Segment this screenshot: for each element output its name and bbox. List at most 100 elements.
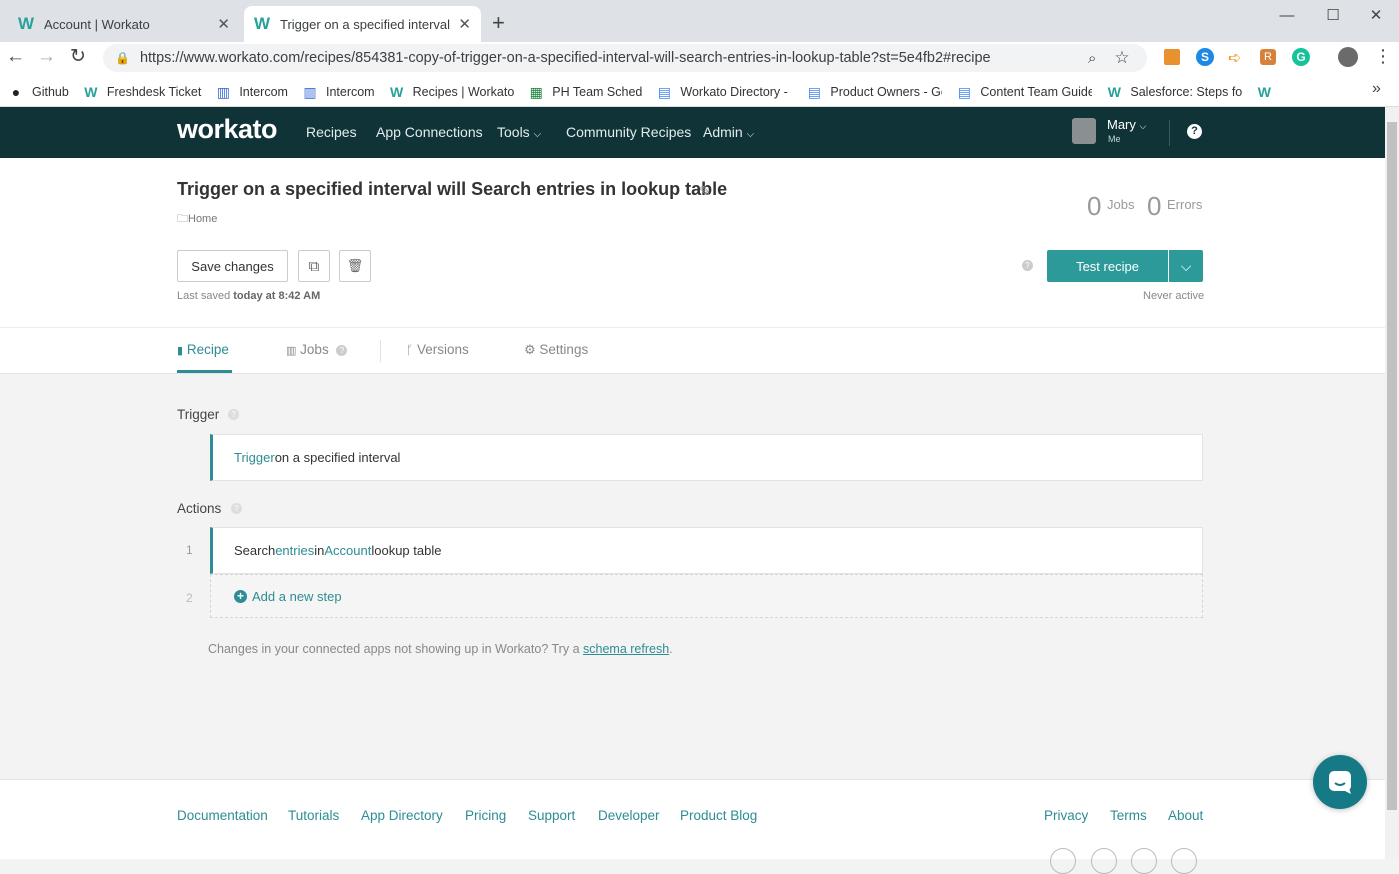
user-avatar[interactable] xyxy=(1072,118,1096,144)
new-tab-icon[interactable]: + xyxy=(492,10,505,36)
browser-tab-account[interactable]: W Account | Workato ✕ xyxy=(8,6,240,42)
zoom-icon[interactable]: ⌕ xyxy=(1088,50,1096,67)
footer-tutorials[interactable]: Tutorials xyxy=(288,808,339,823)
footer-documentation[interactable]: Documentation xyxy=(177,808,268,823)
profile-avatar[interactable] xyxy=(1338,47,1358,67)
address-bar[interactable]: 🔒 https://www.workato.com/recipes/854381… xyxy=(103,44,1147,72)
recipe-title: Trigger on a specified interval will Sea… xyxy=(177,179,728,199)
footer-privacy[interactable]: Privacy xyxy=(1044,808,1088,823)
help-icon[interactable]: ? xyxy=(1187,124,1202,139)
actions-help-icon[interactable]: ? xyxy=(231,503,242,514)
footer-support[interactable]: Support xyxy=(528,808,575,823)
arrow-extension-icon[interactable]: ➪ xyxy=(1228,48,1241,68)
action-step-card[interactable]: Search entries in Account lookup table xyxy=(210,527,1203,574)
close-tab-icon[interactable]: ✕ xyxy=(217,15,230,33)
scrollbar-thumb[interactable] xyxy=(1387,122,1397,810)
bookmarks-more-icon[interactable]: » xyxy=(1372,80,1381,98)
workato-logo[interactable]: workato xyxy=(177,114,278,145)
bookmark-intercom-2[interactable]: ▥ Intercom xyxy=(302,84,374,100)
bookmark-recipes[interactable]: W Recipes | Workato xyxy=(389,84,515,100)
last-saved: Last saved today at 8:42 AM xyxy=(177,290,320,302)
copy-recipe-icon[interactable]: ⧉ xyxy=(298,250,330,282)
twitter-icon[interactable] xyxy=(1131,848,1157,874)
tab-jobs[interactable]: ▥ Jobs ? xyxy=(286,342,348,357)
tab-title: Trigger on a specified interval wil xyxy=(280,16,451,32)
linkedin-icon[interactable] xyxy=(1171,848,1197,874)
bookmark-ph-team[interactable]: ▦ PH Team Sched xyxy=(528,84,643,100)
bookmark-label: Recipes | Workato xyxy=(412,85,515,99)
bookmark-workato[interactable]: W xyxy=(1256,84,1280,100)
schema-refresh-link[interactable]: schema refresh xyxy=(583,642,669,656)
trigger-link[interactable]: Trigger xyxy=(234,450,275,465)
user-subtitle: Me xyxy=(1108,134,1121,144)
bookmark-product-owners[interactable]: ▤ Product Owners - Go xyxy=(806,84,943,100)
social-icon[interactable] xyxy=(1050,848,1076,874)
tab-versions[interactable]: ᚴ Versions xyxy=(406,342,469,357)
skype-extension-icon[interactable]: S xyxy=(1196,48,1214,66)
bookmark-salesforce[interactable]: W Salesforce: Steps for ( xyxy=(1106,84,1243,100)
bookmark-github[interactable]: ● Github xyxy=(8,84,69,100)
jobs-count-label: Jobs xyxy=(1107,197,1135,212)
reload-icon[interactable]: ↻ xyxy=(70,45,86,68)
docs-icon: ▤ xyxy=(657,83,671,100)
grammarly-extension-icon[interactable]: G xyxy=(1292,48,1310,66)
delete-trash-icon[interactable]: 🗑 xyxy=(339,250,371,282)
trigger-help-icon[interactable]: ? xyxy=(228,409,239,420)
facebook-icon[interactable] xyxy=(1091,848,1117,874)
add-step-label: Add a new step xyxy=(252,588,342,604)
bookmark-content-team[interactable]: ▤ Content Team Guidel xyxy=(956,84,1093,100)
nav-community-recipes[interactable]: Community Recipes xyxy=(566,107,691,158)
test-help-icon[interactable]: ? xyxy=(1022,260,1033,271)
footer-product-blog[interactable]: Product Blog xyxy=(680,808,757,823)
tab-recipe[interactable]: ▮ Recipe xyxy=(177,342,229,357)
footer-about[interactable]: About xyxy=(1168,808,1203,823)
user-menu[interactable]: Mary ⌵ xyxy=(1107,117,1146,132)
forward-icon[interactable]: → xyxy=(37,46,56,68)
action-account-link[interactable]: Account xyxy=(324,543,371,558)
chat-launcher-button[interactable] xyxy=(1313,755,1367,809)
bookmark-directory[interactable]: ▤ Workato Directory - ( xyxy=(656,83,793,100)
footer-developer[interactable]: Developer xyxy=(598,808,660,823)
bookmark-label: Workato Directory - ( xyxy=(680,85,793,99)
close-tab-icon[interactable]: ✕ xyxy=(458,15,471,33)
trigger-card[interactable]: Trigger on a specified interval xyxy=(210,434,1203,481)
test-recipe-dropdown-icon[interactable]: ⌵ xyxy=(1169,250,1203,282)
trigger-text: on a specified interval xyxy=(274,450,401,465)
edit-pencil-icon[interactable]: ✎ xyxy=(699,183,711,200)
tab-settings[interactable]: ⚙ Settings xyxy=(524,342,588,358)
branch-icon: ᚴ xyxy=(406,343,414,357)
bookmark-star-icon[interactable]: ☆ xyxy=(1114,48,1129,68)
nav-admin[interactable]: Admin ⌵ xyxy=(703,107,754,158)
last-saved-prefix: Last saved xyxy=(177,290,234,302)
calendar-extension-icon[interactable] xyxy=(1164,49,1180,65)
tabs-top-divider xyxy=(0,327,1385,328)
r-extension-icon[interactable]: R xyxy=(1260,49,1276,65)
window-close-icon[interactable]: ✕ xyxy=(1353,0,1399,30)
action-entries-link[interactable]: entries xyxy=(275,543,314,558)
folder-breadcrumb[interactable]: 🗀Home xyxy=(177,210,217,229)
minimize-icon[interactable]: — xyxy=(1264,0,1310,30)
chat-icon xyxy=(1329,771,1351,794)
add-step-card[interactable]: + Add a new step xyxy=(210,574,1203,618)
browser-tab-recipe[interactable]: W Trigger on a specified interval wil ✕ xyxy=(244,6,481,42)
nav-recipes[interactable]: Recipes xyxy=(306,107,357,158)
folder-icon: 🗀 xyxy=(177,213,188,225)
save-changes-button[interactable]: Save changes xyxy=(177,250,288,282)
chevron-down-icon: ⌵ xyxy=(746,129,755,140)
footer-pricing[interactable]: Pricing xyxy=(465,808,506,823)
last-saved-time: today at 8:42 AM xyxy=(233,290,321,302)
back-icon[interactable]: ← xyxy=(6,46,25,68)
bookmark-intercom[interactable]: ▥ Intercom xyxy=(215,84,288,100)
browser-menu-icon[interactable]: ⋮ xyxy=(1374,46,1392,67)
nav-tools[interactable]: Tools ⌵ xyxy=(497,107,541,158)
footer-terms[interactable]: Terms xyxy=(1110,808,1147,823)
bookmark-freshdesk[interactable]: W Freshdesk Ticket xyxy=(83,84,201,100)
test-recipe-button[interactable]: Test recipe xyxy=(1047,250,1168,282)
workato-favicon-icon: W xyxy=(18,14,35,33)
jobs-help-icon[interactable]: ? xyxy=(336,344,348,356)
schema-text: Changes in your connected apps not showi… xyxy=(208,642,583,656)
nav-app-connections[interactable]: App Connections xyxy=(376,107,483,158)
url-text: https://www.workato.com/recipes/854381-c… xyxy=(139,50,991,66)
footer-app-directory[interactable]: App Directory xyxy=(361,808,443,823)
maximize-icon[interactable]: ☐ xyxy=(1310,0,1356,30)
